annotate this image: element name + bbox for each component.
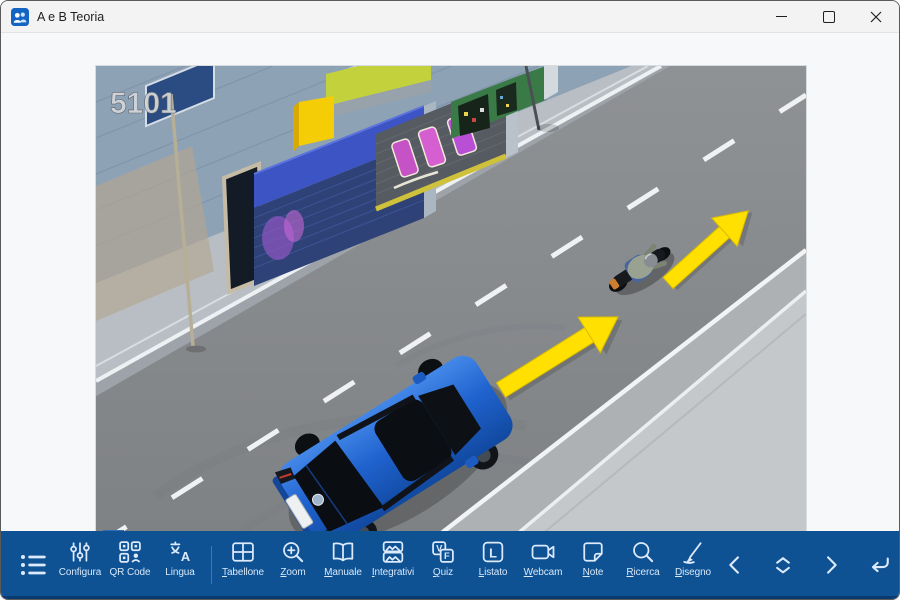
window-controls (758, 1, 899, 32)
toolbar-label: Disegno (675, 567, 711, 578)
note-page-icon (579, 538, 607, 566)
grid-board-icon (229, 538, 257, 566)
toolbar-label: Quiz (433, 567, 453, 578)
video-camera-icon (529, 538, 557, 566)
quiz-scene-image: 5101 (96, 66, 806, 556)
svg-text:L: L (489, 545, 497, 560)
qr-code-icon (116, 538, 144, 566)
toolbar-integrativi[interactable]: Integrativi (368, 531, 418, 578)
toolbar-label: Manuale (324, 567, 362, 578)
toolbar-label: Ricerca (626, 567, 659, 578)
figure-number: 5101 (110, 87, 177, 120)
svg-text:A: A (181, 549, 190, 564)
toolbar-label: Tabellone (222, 567, 264, 578)
previous-question-button[interactable] (718, 548, 752, 582)
pen-icon (679, 538, 707, 566)
title-bar: A e B Teoria (1, 1, 899, 33)
true-false-icon: V F (429, 538, 457, 566)
toolbar-quiz[interactable]: V F Quiz (418, 531, 468, 578)
translate-icon: A (166, 538, 194, 566)
toolbar-label: Zoom (280, 567, 305, 578)
toolbar-label: Listato (479, 567, 508, 578)
chevron-left-icon (721, 551, 749, 579)
chevron-up-down-icon (769, 551, 797, 579)
toolbar-menu-list[interactable] (11, 549, 55, 581)
toolbar-label: Lingua (165, 567, 194, 578)
toolbar-qr-code[interactable]: QR Code (105, 531, 155, 578)
open-book-icon (329, 538, 357, 566)
stacked-images-icon (379, 538, 407, 566)
close-button[interactable] (852, 1, 899, 32)
toolbar-ricerca[interactable]: Ricerca (618, 531, 668, 578)
svg-text:F: F (444, 551, 450, 561)
toolbar-tabellone[interactable]: Tabellone (218, 531, 268, 578)
toolbar-label: Webcam (524, 567, 563, 578)
bottom-toolbar: Configura QR Code A (1, 531, 899, 599)
app-window: A e B Teoria (0, 0, 900, 600)
yellow-sign (293, 102, 299, 152)
sliders-icon (66, 538, 94, 566)
window-title: A e B Teoria (37, 10, 104, 24)
maximize-button[interactable] (805, 1, 852, 32)
next-question-button[interactable] (814, 548, 848, 582)
toolbar-lingua[interactable]: A Lingua (155, 531, 205, 578)
toolbar-webcam[interactable]: Webcam (518, 531, 568, 578)
toolbar-label: Integrativi (372, 567, 414, 578)
search-icon (629, 538, 657, 566)
content-area: 5101 (1, 33, 899, 533)
toolbar-separator (211, 546, 212, 584)
expand-collapse-button[interactable] (766, 548, 800, 582)
zoom-in-icon (279, 538, 307, 566)
return-button[interactable] (862, 548, 896, 582)
toolbar-label: QR Code (110, 567, 151, 578)
toolbar-listato[interactable]: L Listato (468, 531, 518, 578)
toolbar-navigation (718, 548, 900, 582)
toolbar-configura[interactable]: Configura (55, 531, 105, 578)
toolbar-note[interactable]: Note (568, 531, 618, 578)
return-arrow-icon (865, 551, 893, 579)
minimize-button[interactable] (758, 1, 805, 32)
toolbar-label: Configura (59, 567, 101, 578)
letter-l-icon: L (479, 538, 507, 566)
app-logo-icon (11, 8, 29, 26)
toolbar-label: Note (583, 567, 604, 578)
toolbar-zoom[interactable]: Zoom (268, 531, 318, 578)
chevron-right-icon (817, 551, 845, 579)
toolbar-disegno[interactable]: Disegno (668, 531, 718, 578)
toolbar-manuale[interactable]: Manuale (318, 531, 368, 578)
list-icon (17, 549, 49, 581)
